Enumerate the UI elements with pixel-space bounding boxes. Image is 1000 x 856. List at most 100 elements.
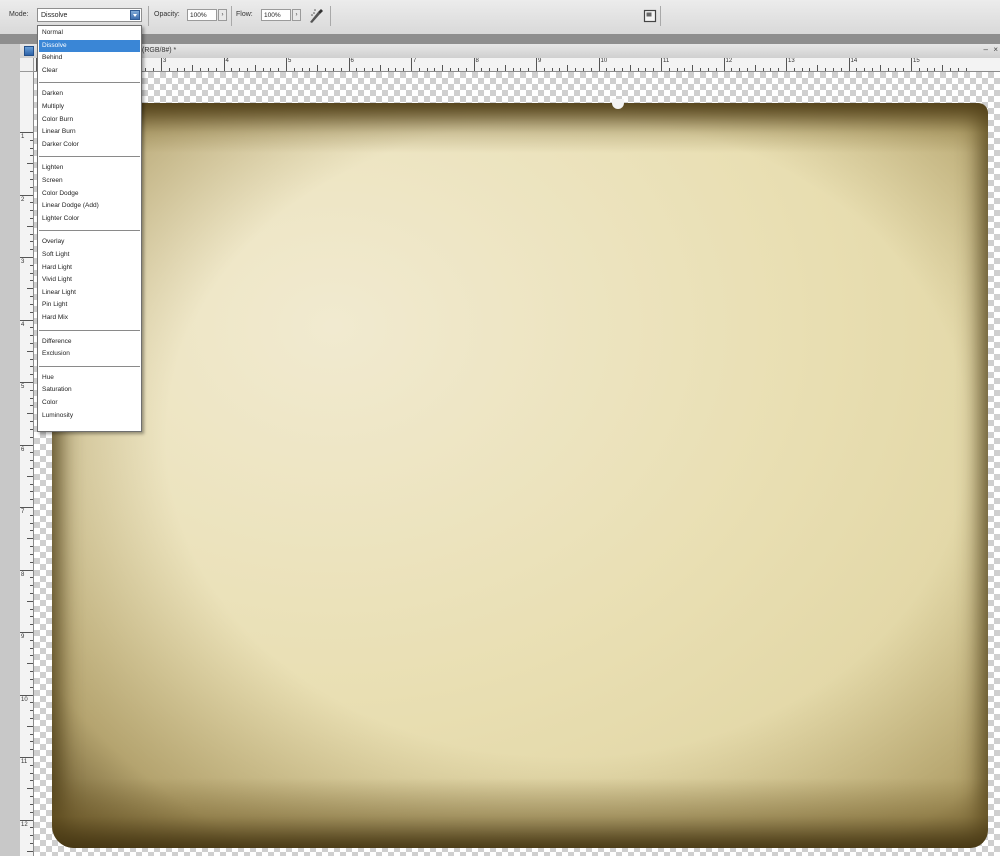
blend-mode-option[interactable]: Hard Light bbox=[39, 262, 140, 274]
blend-mode-option[interactable]: Lighten bbox=[39, 162, 140, 174]
ruler-subtick bbox=[30, 561, 33, 563]
blend-mode-option[interactable]: Screen bbox=[39, 175, 140, 187]
chevron-down-icon[interactable] bbox=[130, 10, 140, 20]
blend-mode-option[interactable]: Saturation bbox=[39, 384, 140, 396]
blend-mode-option[interactable]: Pin Light bbox=[39, 299, 140, 311]
ruler-subtick bbox=[590, 68, 592, 71]
mode-select[interactable]: Dissolve bbox=[37, 8, 142, 22]
ruler-subtick bbox=[30, 655, 33, 657]
ruler-subtick bbox=[30, 311, 33, 313]
dropdown-separator bbox=[39, 365, 140, 367]
ruler-subtick bbox=[27, 850, 33, 852]
vertical-ruler[interactable]: 1 2 3 4 5 6 7 8 9 10 11 12 bbox=[20, 72, 34, 856]
blend-mode-option[interactable]: Soft Light bbox=[39, 249, 140, 261]
blend-mode-option[interactable]: Hard Mix bbox=[39, 312, 140, 324]
ruler-subtick bbox=[30, 186, 33, 188]
ruler-subtick bbox=[30, 811, 33, 813]
ruler-subtick bbox=[30, 303, 33, 305]
blend-mode-option[interactable]: Color bbox=[39, 397, 140, 409]
blend-mode-option[interactable]: Normal bbox=[39, 27, 140, 39]
blend-mode-option[interactable]: Hue bbox=[39, 372, 140, 384]
ruler-subtick bbox=[903, 68, 905, 71]
blend-mode-option[interactable]: Exclusion bbox=[39, 348, 140, 360]
ruler-subtick bbox=[153, 68, 155, 71]
blend-mode-option[interactable]: Lighter Color bbox=[39, 213, 140, 225]
dropdown-separator bbox=[39, 329, 140, 331]
ruler-subtick bbox=[926, 68, 928, 71]
ruler-subtick bbox=[30, 335, 33, 337]
ruler-label: 8 bbox=[475, 58, 479, 64]
tools-panel-edge bbox=[0, 44, 20, 856]
ruler-subtick bbox=[614, 68, 616, 71]
minimize-button[interactable]: – bbox=[984, 45, 988, 54]
ruler-subtick bbox=[145, 68, 147, 71]
canvas[interactable] bbox=[34, 72, 1000, 856]
blend-mode-option[interactable]: Color Burn bbox=[39, 114, 140, 126]
ruler-subtick bbox=[30, 827, 33, 829]
ruler-subtick bbox=[30, 553, 33, 555]
blend-mode-option[interactable]: Behind bbox=[39, 52, 140, 64]
flow-field[interactable]: 100% bbox=[261, 9, 291, 21]
ruler-subtick bbox=[582, 68, 584, 71]
blend-mode-option[interactable]: Darker Color bbox=[39, 139, 140, 151]
close-button[interactable]: × bbox=[993, 45, 998, 54]
airbrush-icon[interactable] bbox=[308, 7, 324, 25]
ruler-subtick bbox=[403, 68, 405, 71]
horizontal-ruler[interactable]: 123456789101112131415 bbox=[34, 58, 1000, 72]
ruler-subtick bbox=[215, 68, 217, 71]
ruler-subtick bbox=[30, 749, 33, 751]
ruler-subtick bbox=[731, 68, 733, 71]
blend-mode-option[interactable]: Darken bbox=[39, 88, 140, 100]
ruler-tick bbox=[411, 58, 412, 71]
ruler-subtick bbox=[27, 725, 33, 727]
ruler-subtick bbox=[332, 68, 334, 71]
blend-mode-option[interactable]: Linear Dodge (Add) bbox=[39, 200, 140, 212]
toggle-panel-icon[interactable] bbox=[643, 9, 657, 23]
ruler-label: 1 bbox=[21, 134, 25, 140]
ruler-subtick bbox=[30, 733, 33, 735]
ruler-label: 11 bbox=[21, 759, 28, 765]
ruler-subtick bbox=[457, 68, 459, 71]
ruler-label: 4 bbox=[225, 58, 229, 64]
ruler-subtick bbox=[30, 483, 33, 485]
ruler-subtick bbox=[30, 842, 33, 844]
ruler-tick bbox=[848, 58, 850, 71]
ruler-subtick bbox=[30, 835, 33, 837]
blend-mode-option[interactable]: Linear Burn bbox=[39, 126, 140, 138]
blend-mode-option[interactable]: Dissolve bbox=[39, 39, 140, 52]
opacity-field[interactable]: 100% bbox=[187, 9, 217, 21]
ruler-subtick bbox=[715, 68, 717, 71]
ruler-label: 3 bbox=[21, 259, 25, 265]
ruler-subtick bbox=[30, 585, 33, 587]
blend-mode-option[interactable]: Linear Light bbox=[39, 287, 140, 299]
blend-mode-option[interactable]: Difference bbox=[39, 336, 140, 348]
ruler-subtick bbox=[30, 717, 33, 719]
blend-mode-option[interactable]: Vivid Light bbox=[39, 274, 140, 286]
opacity-slider-button[interactable]: › bbox=[218, 9, 227, 21]
blend-mode-option[interactable]: Overlay bbox=[39, 236, 140, 248]
flow-slider-button[interactable]: › bbox=[292, 9, 301, 21]
ruler-subtick bbox=[575, 68, 577, 71]
blend-mode-dropdown[interactable]: Normal Dissolve Behind Clear Darken Multiply C… bbox=[37, 25, 142, 432]
ruler-label: 10 bbox=[21, 696, 28, 703]
blend-mode-option[interactable]: Multiply bbox=[39, 101, 140, 113]
ruler-tick bbox=[20, 507, 33, 508]
ruler-label: 8 bbox=[21, 571, 25, 578]
ruler-subtick bbox=[301, 68, 303, 71]
blend-mode-option[interactable]: Color Dodge bbox=[39, 188, 140, 200]
ruler-subtick bbox=[254, 65, 256, 71]
ruler-tick bbox=[20, 444, 33, 446]
ruler-subtick bbox=[30, 467, 33, 469]
document-tab[interactable]: (RGB/8#) * – × bbox=[20, 44, 1000, 59]
ruler-origin[interactable] bbox=[20, 58, 34, 72]
ruler-subtick bbox=[30, 327, 33, 329]
ruler-subtick bbox=[739, 68, 741, 71]
ruler-subtick bbox=[30, 608, 33, 610]
blend-mode-option[interactable]: Luminosity bbox=[39, 410, 140, 422]
ruler-subtick bbox=[754, 65, 756, 71]
ruler-subtick bbox=[27, 288, 33, 290]
ruler-label: 5 bbox=[288, 58, 292, 64]
ruler-subtick bbox=[30, 796, 33, 798]
ruler-subtick bbox=[27, 788, 33, 790]
blend-mode-option[interactable]: Clear bbox=[39, 65, 140, 77]
